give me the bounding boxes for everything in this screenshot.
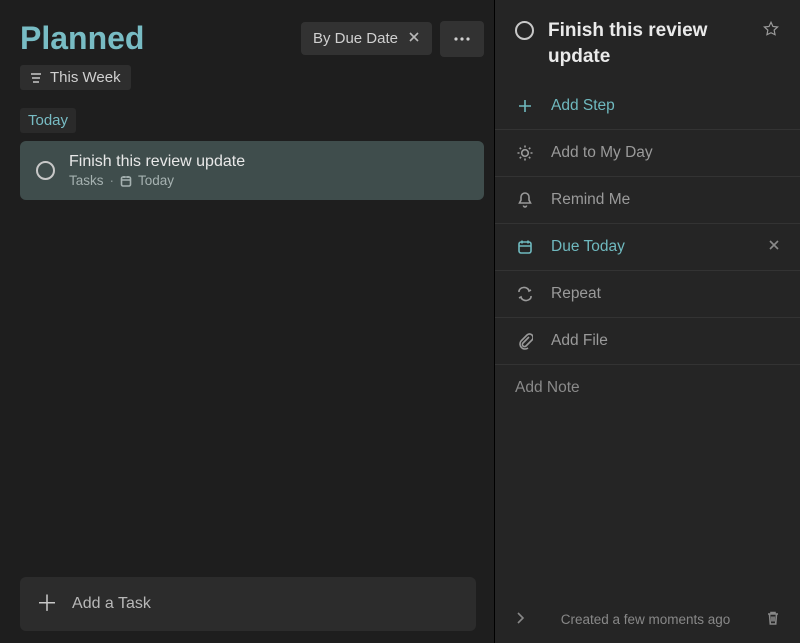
task-row[interactable]: Finish this review update Tasks · Today — [20, 141, 484, 200]
meta-separator: · — [110, 173, 115, 188]
add-step-label: Add Step — [551, 97, 615, 115]
complete-checkbox[interactable] — [36, 161, 55, 180]
hide-detail-button[interactable] — [515, 611, 525, 628]
task-text: Finish this review update Tasks · Today — [69, 153, 436, 188]
header-controls: By Due Date — [301, 21, 484, 57]
note-input[interactable]: Add Note — [495, 365, 800, 598]
chevron-right-icon — [515, 611, 525, 625]
detail-header: Finish this review update — [495, 0, 800, 83]
task-detail-panel: Finish this review update Add Step Add t… — [494, 0, 800, 643]
delete-task-button[interactable] — [766, 610, 780, 629]
add-file-button[interactable]: Add File — [495, 318, 800, 364]
task-title: Finish this review update — [69, 153, 436, 171]
task-meta: Tasks · Today — [69, 173, 436, 188]
add-step-button[interactable]: Add Step — [495, 83, 800, 129]
add-task-placeholder: Add a Task — [72, 595, 151, 613]
clear-sort-icon[interactable] — [408, 30, 420, 47]
more-options-button[interactable] — [440, 21, 484, 57]
detail-title[interactable]: Finish this review update — [548, 18, 748, 69]
created-timestamp: Created a few moments ago — [539, 612, 752, 627]
date-filter-chip[interactable]: This Week — [20, 65, 131, 90]
paperclip-icon — [515, 332, 535, 350]
filter-label: This Week — [50, 69, 121, 86]
calendar-icon — [120, 175, 132, 187]
repeat-button[interactable]: Repeat — [495, 271, 800, 317]
star-icon — [762, 20, 780, 38]
sort-button[interactable]: By Due Date — [301, 22, 432, 55]
sort-label: By Due Date — [313, 30, 398, 47]
detail-footer: Created a few moments ago — [495, 598, 800, 643]
ellipsis-icon — [453, 37, 471, 41]
close-icon — [768, 239, 780, 251]
due-label: Due Today — [551, 238, 752, 256]
calendar-icon — [515, 239, 535, 255]
task-due-label: Today — [138, 173, 174, 188]
note-placeholder: Add Note — [515, 379, 580, 396]
trash-icon — [766, 610, 780, 626]
add-file-label: Add File — [551, 332, 608, 350]
bell-icon — [515, 191, 535, 209]
sun-icon — [515, 144, 535, 162]
repeat-icon — [515, 286, 535, 302]
page-title: Planned — [20, 20, 144, 57]
my-day-label: Add to My Day — [551, 144, 653, 162]
add-task-input[interactable]: ＋ Add a Task — [20, 577, 476, 631]
add-to-my-day-button[interactable]: Add to My Day — [495, 130, 800, 176]
remind-me-button[interactable]: Remind Me — [495, 177, 800, 224]
star-icon — [450, 159, 468, 177]
due-date-button[interactable]: Due Today — [495, 224, 800, 271]
plus-icon — [515, 98, 535, 114]
task-list-name: Tasks — [69, 173, 104, 188]
clear-due-button[interactable] — [768, 238, 780, 256]
remind-label: Remind Me — [551, 191, 630, 209]
star-button[interactable] — [450, 159, 468, 182]
task-list-panel: Planned By Due Date This Week Today Fini… — [0, 0, 494, 643]
filter-icon — [30, 73, 42, 83]
list-header: Planned By Due Date — [20, 20, 484, 57]
plus-icon: ＋ — [36, 593, 58, 615]
repeat-label: Repeat — [551, 285, 601, 303]
detail-complete-checkbox[interactable] — [515, 21, 534, 40]
detail-star-button[interactable] — [762, 20, 780, 69]
group-header-today[interactable]: Today — [20, 108, 76, 133]
